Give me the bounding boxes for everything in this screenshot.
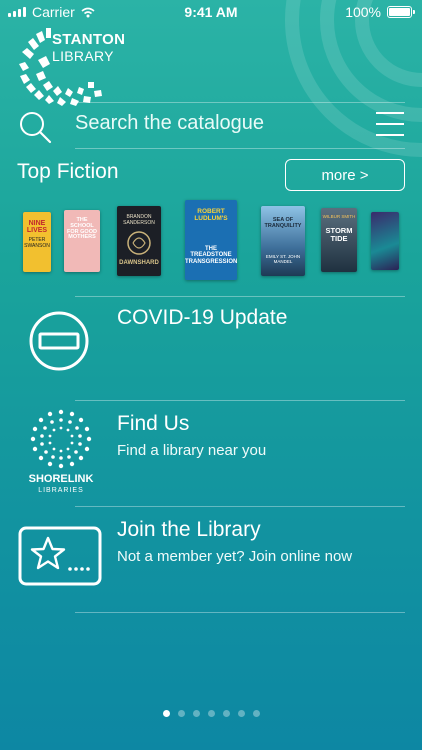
page-dot[interactable] — [192, 710, 200, 717]
shorelink-text: SHORELINK — [28, 473, 94, 485]
card-subtitle: Find a library near you — [117, 442, 267, 459]
book-title: NINE LIVES — [26, 220, 48, 235]
book-cover[interactable]: THE SCHOOL FOR GOOD MOTHERS — [64, 210, 100, 272]
book-title: SEA OF TRANQUILITY — [264, 217, 302, 229]
divider — [75, 148, 405, 149]
shorelink-libraries-logo — [30, 409, 92, 469]
libraries-text: LIBRARIES — [38, 487, 84, 494]
divider — [75, 102, 405, 103]
divider — [75, 612, 405, 613]
join-library-card[interactable]: Join the Library Not a member yet? Join … — [0, 506, 422, 610]
shorelink-wordmark: SHORELINK LIBRARIES — [24, 474, 98, 496]
book-title: THE SCHOOL FOR GOOD MOTHERS — [67, 217, 97, 241]
book-title: DAWNSHARD — [119, 260, 159, 266]
hamburger-menu-icon[interactable] — [376, 112, 404, 136]
logo-line1: STANTON — [52, 31, 126, 48]
logo-line2: LIBRARY — [52, 48, 114, 64]
search-bar — [0, 104, 422, 148]
section-title-top-fiction: Top Fiction — [17, 160, 119, 183]
no-entry-icon — [29, 311, 89, 371]
page-dot[interactable] — [252, 710, 260, 717]
book-author: EMILY ST. JOHN MANDEL — [265, 253, 301, 264]
book-cover[interactable]: BRANDON SANDERSON DAWNSHARD — [117, 206, 161, 276]
book-cover[interactable]: SEA OF TRANQUILITY EMILY ST. JOHN MANDEL — [261, 206, 305, 276]
book-cover[interactable] — [371, 212, 399, 270]
covid-update-card[interactable]: COVID-19 Update — [0, 296, 422, 400]
page-indicator[interactable] — [0, 710, 422, 717]
more-button[interactable]: more > — [285, 159, 405, 191]
book-cover[interactable]: WILBUR SMITH STORM TIDE — [321, 208, 357, 272]
page-dot-active[interactable] — [162, 710, 170, 717]
page-dot[interactable] — [237, 710, 245, 717]
book-cover[interactable]: ROBERT LUDLUM'S THE TREADSTONE TRANSGRES… — [185, 200, 237, 280]
book-author: ROBERT LUDLUM'S — [194, 208, 228, 222]
book-title: STORM TIDE — [325, 226, 353, 243]
book-cover[interactable]: NINE LIVES PETER SWANSON — [23, 212, 51, 272]
membership-card-icon — [18, 526, 102, 586]
search-icon[interactable] — [18, 110, 52, 144]
card-subtitle: Not a member yet? Join online now — [117, 548, 353, 565]
card-title: Join the Library — [117, 518, 261, 541]
book-author: WILBUR SMITH — [322, 214, 356, 219]
search-input[interactable] — [75, 112, 355, 135]
page-dot[interactable] — [177, 710, 185, 717]
page-dot[interactable] — [222, 710, 230, 717]
card-title: Find Us — [117, 412, 190, 435]
logo-wordmark: STANTON LIBRARY — [52, 31, 126, 65]
find-us-card[interactable]: SHORELINK LIBRARIES Find Us Find a libra… — [0, 400, 422, 504]
book-emblem — [127, 231, 151, 255]
book-author: BRANDON SANDERSON — [123, 214, 155, 226]
book-author: PETER SWANSON — [24, 236, 50, 249]
card-title: COVID-19 Update — [117, 306, 288, 329]
page-dot[interactable] — [207, 710, 215, 717]
book-title: THE TREADSTONE TRANSGRESSION — [185, 246, 237, 265]
background-arcs-decoration — [285, 0, 422, 157]
book-carousel[interactable]: NINE LIVES PETER SWANSON THE SCHOOL FOR … — [0, 198, 422, 280]
